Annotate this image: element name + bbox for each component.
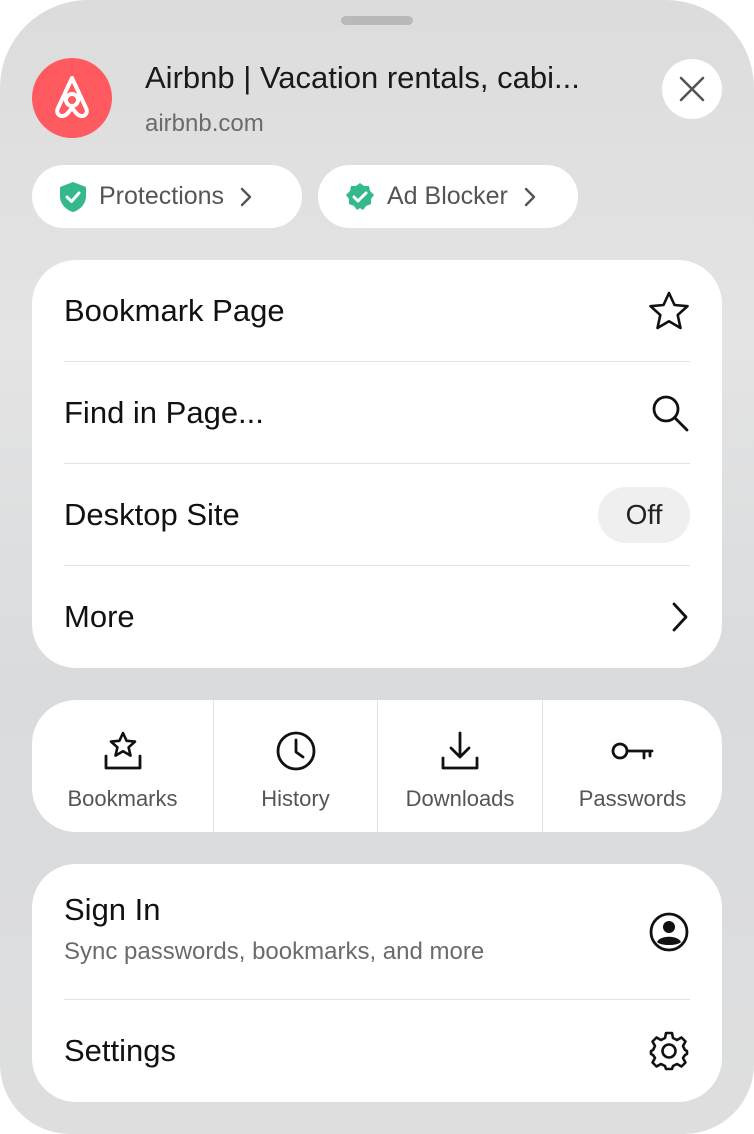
more-item[interactable]: More	[64, 566, 690, 668]
badge-check-icon	[346, 182, 374, 210]
sign-in-subtitle: Sync passwords, bookmarks, and more	[64, 938, 485, 965]
shortcuts-card: Bookmarks History Downloads Passwords	[32, 700, 722, 832]
find-in-page-label: Find in Page...	[64, 395, 264, 430]
downloads-shortcut[interactable]: Downloads	[378, 700, 542, 832]
search-icon	[652, 395, 689, 432]
settings-item[interactable]: Settings	[64, 1000, 690, 1102]
find-in-page-item[interactable]: Find in Page...	[64, 362, 690, 464]
bookmark-star-tray-icon	[104, 731, 141, 770]
close-button[interactable]	[662, 59, 722, 119]
chevron-right-icon	[524, 187, 536, 207]
airbnb-logo-icon	[32, 58, 112, 138]
bookmark-page-label: Bookmark Page	[64, 293, 285, 328]
settings-label: Settings	[64, 1033, 177, 1068]
protections-chip[interactable]: Protections	[32, 165, 302, 228]
ad-blocker-label: Ad Blocker	[387, 182, 508, 210]
more-label: More	[64, 599, 135, 634]
passwords-shortcut[interactable]: Passwords	[543, 700, 722, 832]
protections-label: Protections	[99, 182, 225, 210]
browser-menu-sheet: Airbnb | Vacation rentals, cabi... airbn…	[0, 0, 754, 1134]
account-card: Sign In Sync passwords, bookmarks, and m…	[32, 864, 722, 1102]
history-shortcut[interactable]: History	[214, 700, 377, 832]
clock-icon	[276, 731, 315, 771]
bookmark-page-item[interactable]: Bookmark Page	[64, 260, 690, 362]
page-actions-card: Bookmark Page Find in Page... Desktop Si…	[32, 260, 722, 668]
desktop-site-item[interactable]: Desktop Site Off	[64, 464, 690, 566]
passwords-label: Passwords	[578, 786, 687, 811]
chevron-right-icon	[240, 187, 252, 207]
bookmarks-shortcut[interactable]: Bookmarks	[32, 700, 213, 832]
site-host: airbnb.com	[145, 110, 264, 137]
gear-icon	[649, 1031, 689, 1071]
sign-in-item[interactable]: Sign In Sync passwords, bookmarks, and m…	[64, 892, 484, 966]
ad-blocker-chip[interactable]: Ad Blocker	[318, 165, 578, 228]
desktop-site-toggle[interactable]: Off	[598, 487, 690, 543]
close-icon	[679, 76, 705, 102]
account-circle-icon	[649, 912, 689, 952]
history-label: History	[261, 786, 330, 811]
key-icon	[611, 742, 653, 760]
desktop-site-label: Desktop Site	[64, 497, 240, 532]
download-icon	[441, 731, 479, 770]
bookmarks-label: Bookmarks	[67, 786, 178, 811]
site-title: Airbnb | Vacation rentals, cabi...	[145, 60, 580, 95]
sheet-grabber[interactable]	[341, 16, 413, 25]
chevron-right-icon	[672, 602, 688, 632]
star-icon	[649, 291, 689, 330]
shield-check-icon	[60, 181, 86, 212]
downloads-label: Downloads	[405, 786, 515, 811]
sign-in-label: Sign In	[64, 892, 161, 927]
